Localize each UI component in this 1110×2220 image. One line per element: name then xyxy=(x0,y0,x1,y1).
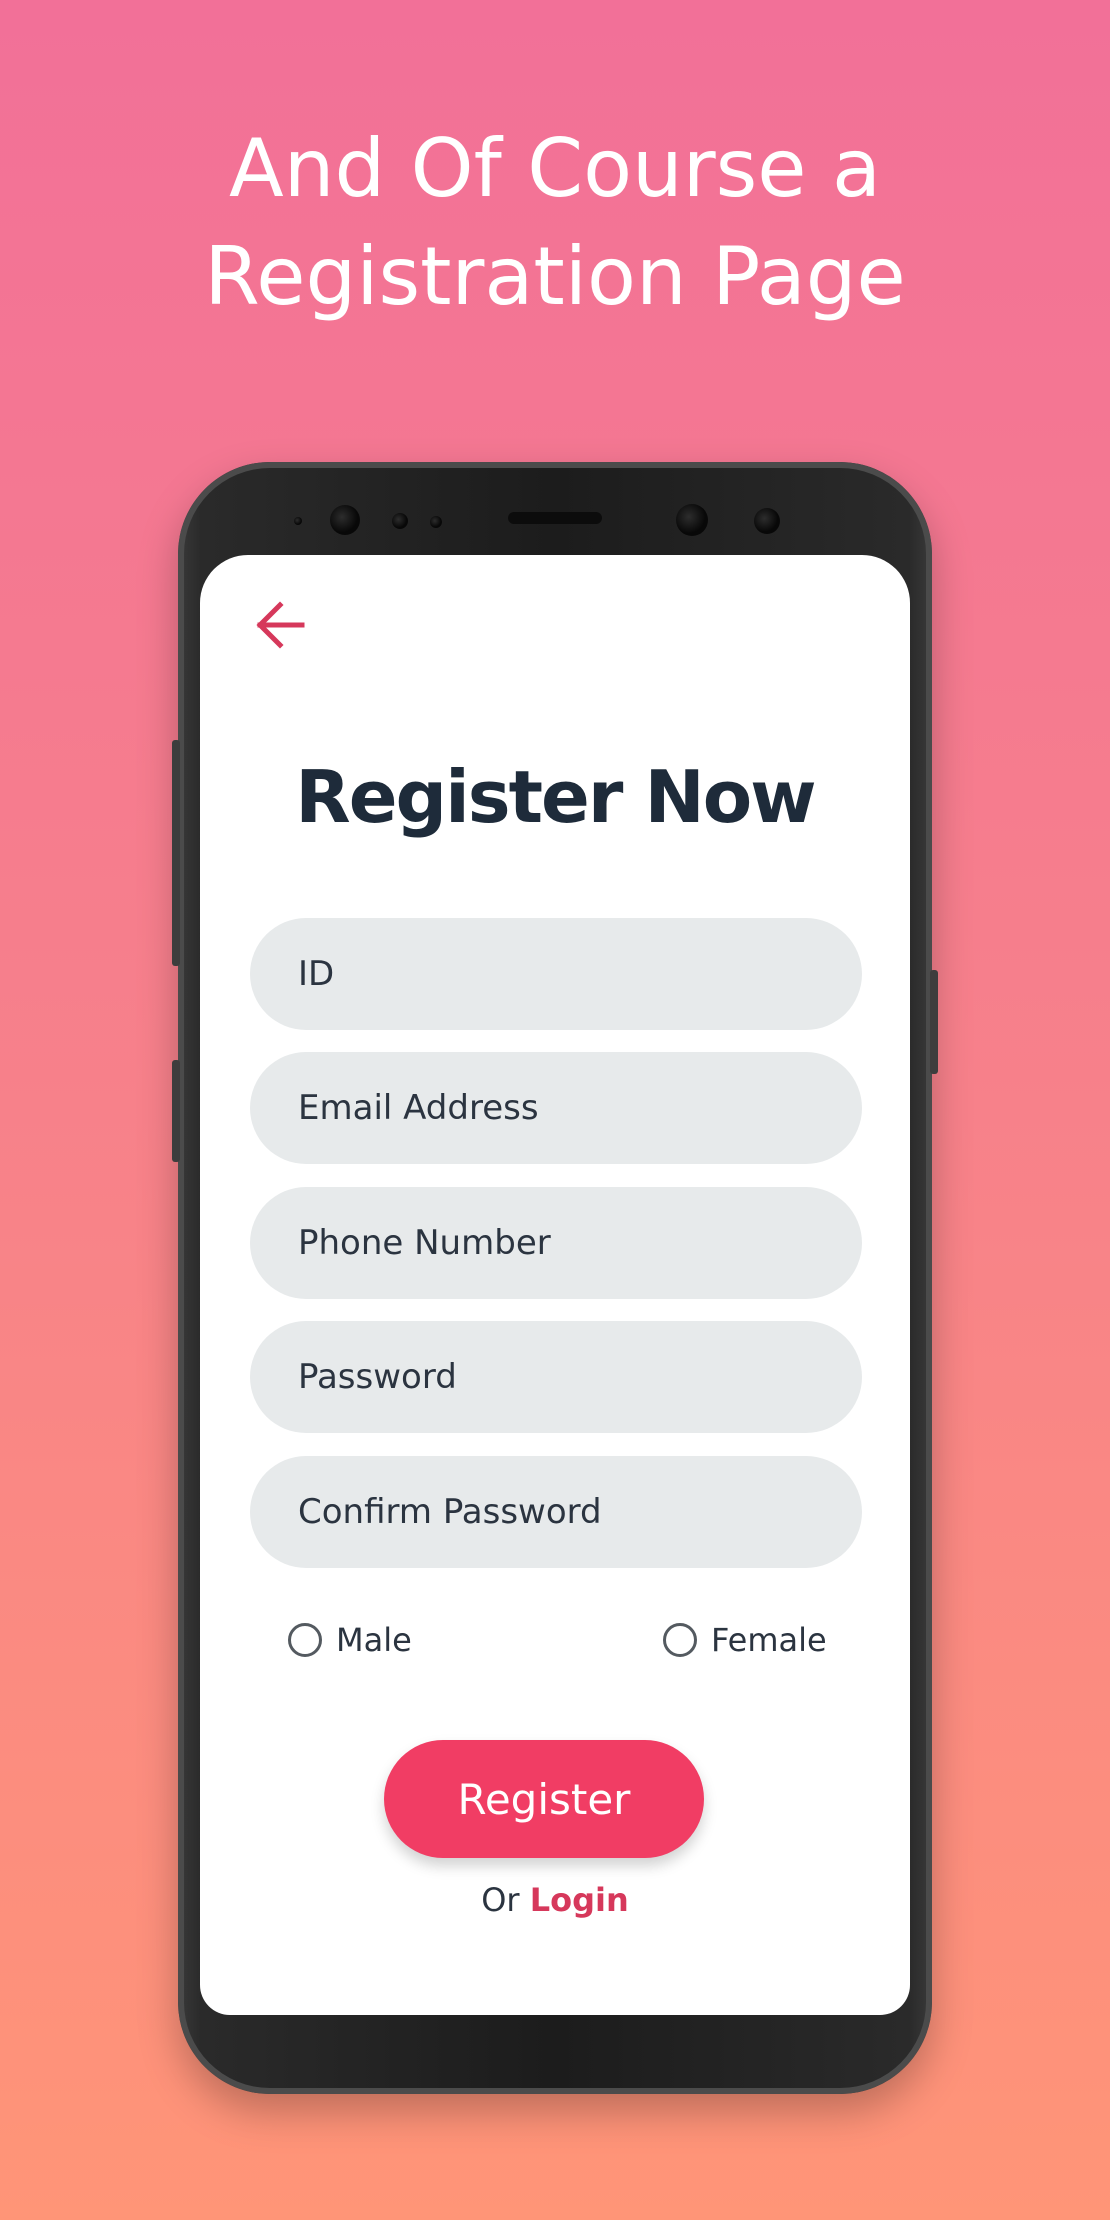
app-screen: Register Now Male Female Register Or Log… xyxy=(200,555,910,2015)
volume-down-button xyxy=(172,1060,180,1162)
arrow-left-icon[interactable] xyxy=(250,595,310,655)
sensor-dot xyxy=(430,516,442,528)
phone-frame: Register Now Male Female Register Or Log… xyxy=(172,462,938,2094)
promo-headline-line-1: And Of Course a xyxy=(229,122,881,215)
radio-circle-icon[interactable] xyxy=(663,1623,697,1657)
radio-circle-icon[interactable] xyxy=(288,1623,322,1657)
radio-male-label: Male xyxy=(336,1621,412,1659)
volume-up-button xyxy=(172,740,180,966)
proximity-sensor-icon xyxy=(754,508,780,534)
promo-headline: And Of Course a Registration Page xyxy=(0,115,1110,331)
power-button xyxy=(930,970,938,1074)
iris-scanner-icon xyxy=(676,504,708,536)
sensor-dot xyxy=(392,513,408,529)
or-label: Or xyxy=(481,1881,520,1919)
earpiece-speaker xyxy=(508,512,602,524)
radio-female-label: Female xyxy=(711,1621,827,1659)
id-field[interactable] xyxy=(250,918,862,1030)
register-button[interactable]: Register xyxy=(384,1740,704,1858)
front-camera-icon xyxy=(330,505,360,535)
page-title: Register Now xyxy=(295,755,816,839)
phone-field[interactable] xyxy=(250,1187,862,1299)
promo-headline-line-2: Registration Page xyxy=(204,230,906,323)
radio-female[interactable]: Female xyxy=(663,1615,827,1665)
or-login-row: Or Login xyxy=(200,1881,910,1919)
radio-male[interactable]: Male xyxy=(288,1615,412,1665)
password-field[interactable] xyxy=(250,1321,862,1433)
email-field[interactable] xyxy=(250,1052,862,1164)
confirm-password-field[interactable] xyxy=(250,1456,862,1568)
login-link[interactable]: Login xyxy=(530,1881,629,1919)
sensor-dot xyxy=(294,517,302,525)
